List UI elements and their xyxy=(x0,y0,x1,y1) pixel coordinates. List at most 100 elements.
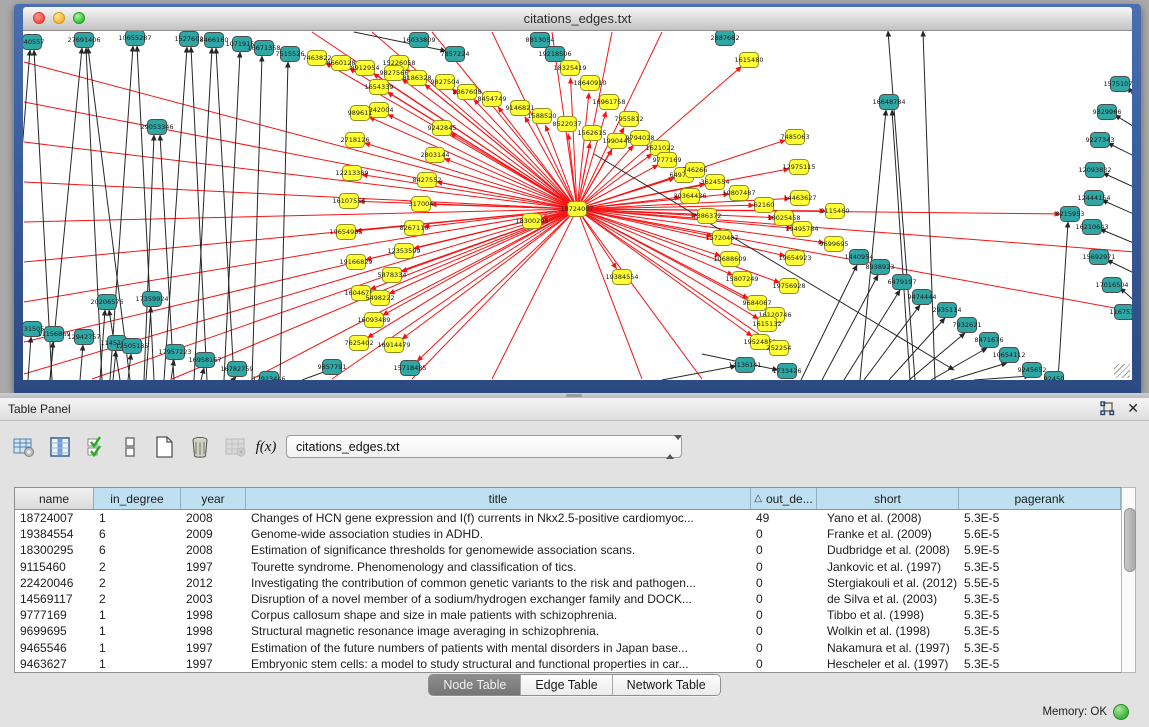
graph-node[interactable]: 8267110 xyxy=(400,221,429,236)
graph-node[interactable]: 29053346 xyxy=(140,120,173,135)
table-row[interactable]: 1830029562008Estimation of significance … xyxy=(15,542,1121,558)
graph-node[interactable]: 940557 xyxy=(23,35,44,50)
column-header-title[interactable]: title xyxy=(246,488,751,509)
graph-node[interactable]: 10655287 xyxy=(118,31,151,46)
graph-node[interactable]: 62160 xyxy=(754,198,775,213)
graph-node[interactable]: 6479197 xyxy=(888,275,917,290)
table-row[interactable]: 977716911998Corpus callosum shape and si… xyxy=(15,607,1121,623)
graph-node[interactable]: 1167531 xyxy=(1110,305,1132,320)
close-panel-icon[interactable]: ✕ xyxy=(1127,400,1139,417)
graph-node[interactable]: 19166829 xyxy=(339,255,372,270)
graph-node[interactable]: 252254 xyxy=(767,341,792,356)
graph-node[interactable]: 9115460 xyxy=(821,204,850,219)
graph-node[interactable]: 2803144 xyxy=(421,148,450,163)
node-table[interactable]: namein_degreeyeartitle△out_de...shortpag… xyxy=(14,487,1122,673)
graph-node[interactable]: 12353599 xyxy=(387,244,420,259)
table-row[interactable]: 911546021997Tourette syndrome. Phenomeno… xyxy=(15,559,1121,575)
graph-node[interactable]: 27691406 xyxy=(67,33,100,48)
graph-node[interactable]: 12942757 xyxy=(67,330,100,345)
table-row[interactable]: 1872400712008Changes of HCN gene express… xyxy=(15,510,1121,526)
graph-node[interactable]: 16107554 xyxy=(332,194,365,209)
graph-node[interactable]: 19654923 xyxy=(778,251,811,266)
graph-node[interactable]: 1733426 xyxy=(773,364,802,379)
graph-node[interactable]: 8215953 xyxy=(1056,207,1085,222)
show-columns-icon[interactable] xyxy=(48,434,72,460)
graph-node[interactable]: 746266 xyxy=(683,163,708,178)
table-row[interactable]: 1938455462009Genome-wide association stu… xyxy=(15,526,1121,542)
float-panel-icon[interactable] xyxy=(1099,401,1115,417)
graph-node[interactable]: 10688609 xyxy=(713,252,746,267)
graph-node[interactable]: 15720407 xyxy=(705,231,738,246)
table-scrollbar[interactable] xyxy=(1121,487,1136,673)
graph-node[interactable]: 8427552 xyxy=(413,173,442,188)
table-row[interactable]: 946554611997Estimation of the future num… xyxy=(15,640,1121,656)
column-header-short[interactable]: short xyxy=(817,488,959,509)
graph-node[interactable]: 16093489 xyxy=(357,313,390,328)
table-select-dropdown[interactable]: citations_edges.txt xyxy=(286,435,682,458)
function-builder-icon[interactable]: f(x) xyxy=(254,434,278,460)
graph-node[interactable]: 17359924 xyxy=(135,292,168,307)
graph-node[interactable]: 92450 xyxy=(1044,372,1065,381)
graph-node[interactable]: 18640910 xyxy=(573,76,606,91)
network-window[interactable]: citations_edges.txt 18724007940557276914… xyxy=(14,4,1141,393)
graph-node[interactable]: 16648784 xyxy=(872,95,905,110)
graph-node[interactable]: 2887682 xyxy=(711,31,740,46)
column-select-icon[interactable] xyxy=(84,434,108,460)
graph-node[interactable]: 18325419 xyxy=(553,61,586,76)
graph-node[interactable]: 19756928 xyxy=(772,279,805,294)
graph-node[interactable]: 19384554 xyxy=(605,270,638,285)
graph-node[interactable]: 17016504 xyxy=(1095,278,1128,293)
graph-node[interactable]: 9242845 xyxy=(428,121,457,136)
window-resize-grip[interactable] xyxy=(1114,364,1130,378)
delete-table-icon[interactable] xyxy=(188,434,212,460)
graph-node[interactable]: 16914479 xyxy=(377,338,410,353)
graph-node[interactable]: 9245652 xyxy=(1018,363,1047,378)
graph-node[interactable]: 3624554 xyxy=(701,175,730,190)
graph-node[interactable]: 317004 xyxy=(409,197,434,212)
graph-node[interactable]: 7857224 xyxy=(441,47,470,62)
graph-node[interactable]: 16033809 xyxy=(402,33,435,48)
graph-node[interactable]: 8454749 xyxy=(478,92,507,107)
column-header-pagerank[interactable]: pagerank xyxy=(959,488,1121,509)
graph-node[interactable]: 9329966 xyxy=(1093,105,1122,120)
graph-node[interactable]: 1615480 xyxy=(735,53,764,68)
graph-node[interactable]: 8466160 xyxy=(200,33,229,48)
graph-node[interactable]: 989611 xyxy=(348,106,373,121)
graph-node[interactable]: 15751074 xyxy=(1103,77,1132,92)
graph-node[interactable]: 12975115 xyxy=(782,160,815,175)
network-canvas[interactable]: 1872400794055727691406106552871527602846… xyxy=(23,31,1132,380)
scrollbar-thumb[interactable] xyxy=(1124,508,1136,572)
graph-node[interactable]: 17957223 xyxy=(158,345,191,360)
graph-node[interactable]: 16210643 xyxy=(1075,220,1108,235)
column-header-year[interactable]: year xyxy=(181,488,246,509)
graph-node[interactable]: 10807487 xyxy=(722,186,755,201)
graph-node[interactable]: 14136141 xyxy=(728,358,761,373)
graph-node[interactable]: 12444154 xyxy=(1077,191,1110,206)
graph-node[interactable]: 7625402 xyxy=(345,336,374,351)
tab-edge-table[interactable]: Edge Table xyxy=(520,675,611,695)
graph-node[interactable]: 12093832 xyxy=(1078,163,1111,178)
tab-node-table[interactable]: Node Table xyxy=(429,675,520,695)
graph-node[interactable]: 8938923 xyxy=(866,260,895,275)
column-header-out_de[interactable]: △out_de... xyxy=(751,488,817,509)
window-titlebar[interactable]: citations_edges.txt xyxy=(23,7,1132,31)
graph-node[interactable]: 16958167 xyxy=(188,353,221,368)
table-row[interactable]: 969969511998Structural magnetic resonanc… xyxy=(15,623,1121,639)
new-table-icon[interactable] xyxy=(152,434,176,460)
graph-node[interactable]: 20364436 xyxy=(673,189,706,204)
table-row[interactable]: 946362711997Embryonic stem cells: a mode… xyxy=(15,656,1121,672)
graph-node[interactable]: 7932621 xyxy=(953,318,982,333)
graph-node[interactable]: 19654985 xyxy=(329,225,362,240)
graph-node[interactable]: 9227343 xyxy=(1086,133,1115,148)
graph-node[interactable]: 2718126 xyxy=(341,133,370,148)
graph-node[interactable]: 16782759 xyxy=(220,362,253,377)
table-settings-icon[interactable] xyxy=(12,434,36,460)
column-header-name[interactable]: name xyxy=(15,488,94,509)
citation-network-graph[interactable]: 1872400794055727691406106552871527602846… xyxy=(23,31,1132,380)
graph-node[interactable]: 2935114 xyxy=(933,303,962,318)
graph-node[interactable]: 8813054 xyxy=(526,33,555,48)
graph-node[interactable]: 14463627 xyxy=(783,191,816,206)
column-header-in_degree[interactable]: in_degree xyxy=(94,488,181,509)
graph-node[interactable]: 5878334 xyxy=(378,268,407,283)
graph-node[interactable]: 7485063 xyxy=(781,130,810,145)
